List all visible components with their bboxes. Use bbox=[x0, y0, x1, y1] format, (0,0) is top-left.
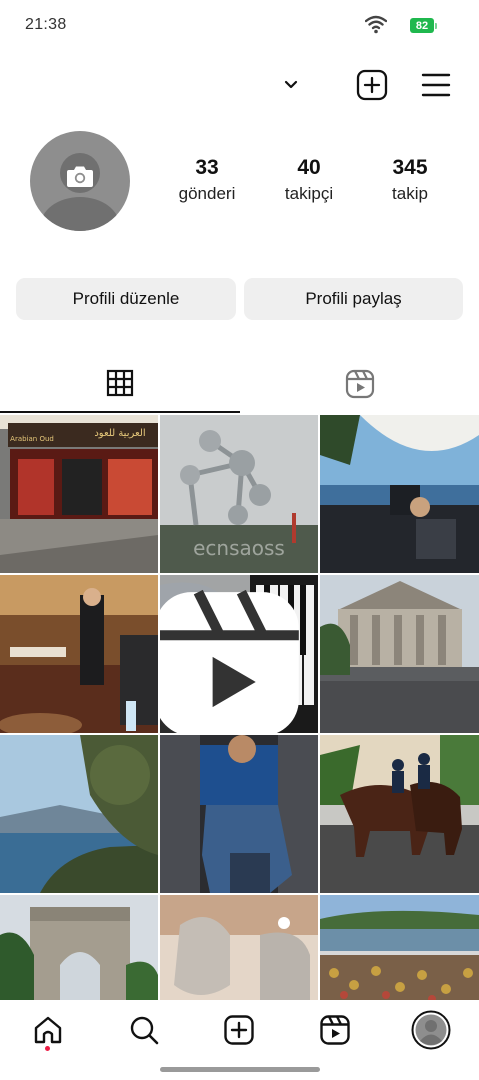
nav-reels[interactable] bbox=[317, 1012, 353, 1048]
profile-avatar-icon bbox=[411, 1010, 451, 1050]
search-icon bbox=[130, 1016, 159, 1045]
grid-post[interactable] bbox=[0, 895, 158, 1000]
avatar-shoulders bbox=[40, 197, 120, 231]
new-post-button[interactable] bbox=[356, 69, 388, 101]
avatar[interactable] bbox=[30, 131, 130, 231]
stat-following[interactable]: 345 takip bbox=[373, 156, 447, 204]
post-image-love-locks bbox=[320, 895, 479, 1000]
watermark-text: ecnsaoss bbox=[193, 536, 285, 560]
bottom-nav bbox=[0, 1000, 479, 1080]
post-image-terrace bbox=[320, 415, 479, 573]
reels-icon bbox=[345, 369, 375, 399]
grid-post[interactable] bbox=[160, 895, 318, 1000]
post-image-stock-exchange bbox=[320, 575, 479, 733]
top-bar bbox=[0, 60, 479, 110]
tab-reels[interactable] bbox=[240, 355, 479, 413]
nav-home[interactable] bbox=[30, 1012, 66, 1048]
grid-post[interactable] bbox=[0, 575, 158, 733]
status-time: 21:38 bbox=[25, 16, 67, 33]
nav-profile[interactable] bbox=[411, 1010, 451, 1050]
nav-search[interactable] bbox=[126, 1012, 162, 1048]
battery-indicator: 82 bbox=[410, 18, 437, 33]
stat-followers[interactable]: 40 takipçi bbox=[272, 156, 346, 204]
grid-post[interactable]: العربية للعود Arabian Oud bbox=[0, 415, 158, 573]
tab-posts-grid[interactable] bbox=[0, 355, 240, 413]
create-icon bbox=[224, 1015, 254, 1045]
camera-icon bbox=[67, 166, 93, 187]
notification-dot bbox=[45, 1046, 50, 1051]
grid-post[interactable] bbox=[320, 415, 479, 573]
battery-level: 82 bbox=[410, 18, 434, 33]
menu-button[interactable] bbox=[421, 71, 451, 99]
posts-grid: العربية للعود Arabian Oud ecnsaoss bbox=[0, 415, 479, 1000]
battery-tip bbox=[435, 22, 437, 29]
post-image-shop-front: العربية للعود Arabian Oud bbox=[0, 415, 158, 573]
shop-sign-latin: Arabian Oud bbox=[10, 435, 54, 443]
reels-icon bbox=[320, 1015, 350, 1045]
share-profile-button[interactable]: Profili paylaş bbox=[244, 278, 463, 320]
posts-count: 33 bbox=[195, 156, 219, 179]
post-image-restaurant bbox=[0, 575, 158, 733]
home-indicator bbox=[160, 1067, 320, 1072]
shop-sign-arabic: العربية للعود bbox=[94, 428, 145, 439]
post-image-coast bbox=[0, 735, 158, 893]
grid-post[interactable]: ecnsaoss bbox=[160, 415, 318, 573]
post-image-mounted-police bbox=[320, 735, 479, 893]
following-label: takip bbox=[392, 184, 428, 203]
post-image-arc-de-triomphe bbox=[0, 895, 158, 1000]
reel-badge-icon bbox=[160, 589, 299, 733]
profile-tabs bbox=[0, 355, 479, 413]
grid-post[interactable] bbox=[0, 735, 158, 893]
grid-post[interactable] bbox=[320, 735, 479, 893]
nav-create[interactable] bbox=[221, 1012, 257, 1048]
grid-icon bbox=[106, 369, 134, 397]
followers-count: 40 bbox=[297, 156, 321, 179]
home-icon bbox=[34, 1016, 62, 1044]
chevron-down-icon[interactable] bbox=[281, 77, 301, 93]
followers-label: takipçi bbox=[284, 184, 334, 203]
stat-posts[interactable]: 33 gönderi bbox=[170, 156, 244, 204]
grid-post[interactable] bbox=[160, 575, 318, 733]
posts-label: gönderi bbox=[178, 184, 236, 203]
wifi-icon bbox=[365, 15, 387, 34]
grid-post[interactable] bbox=[320, 895, 479, 1000]
post-image-teapot bbox=[160, 895, 318, 1000]
following-count: 345 bbox=[392, 156, 428, 179]
post-image-seated-man bbox=[160, 735, 318, 893]
grid-post[interactable] bbox=[320, 575, 479, 733]
edit-profile-button[interactable]: Profili düzenle bbox=[16, 278, 236, 320]
status-bar: 21:38 82 bbox=[0, 0, 479, 52]
grid-post[interactable] bbox=[160, 735, 318, 893]
post-image-atomium: ecnsaoss bbox=[160, 415, 318, 573]
